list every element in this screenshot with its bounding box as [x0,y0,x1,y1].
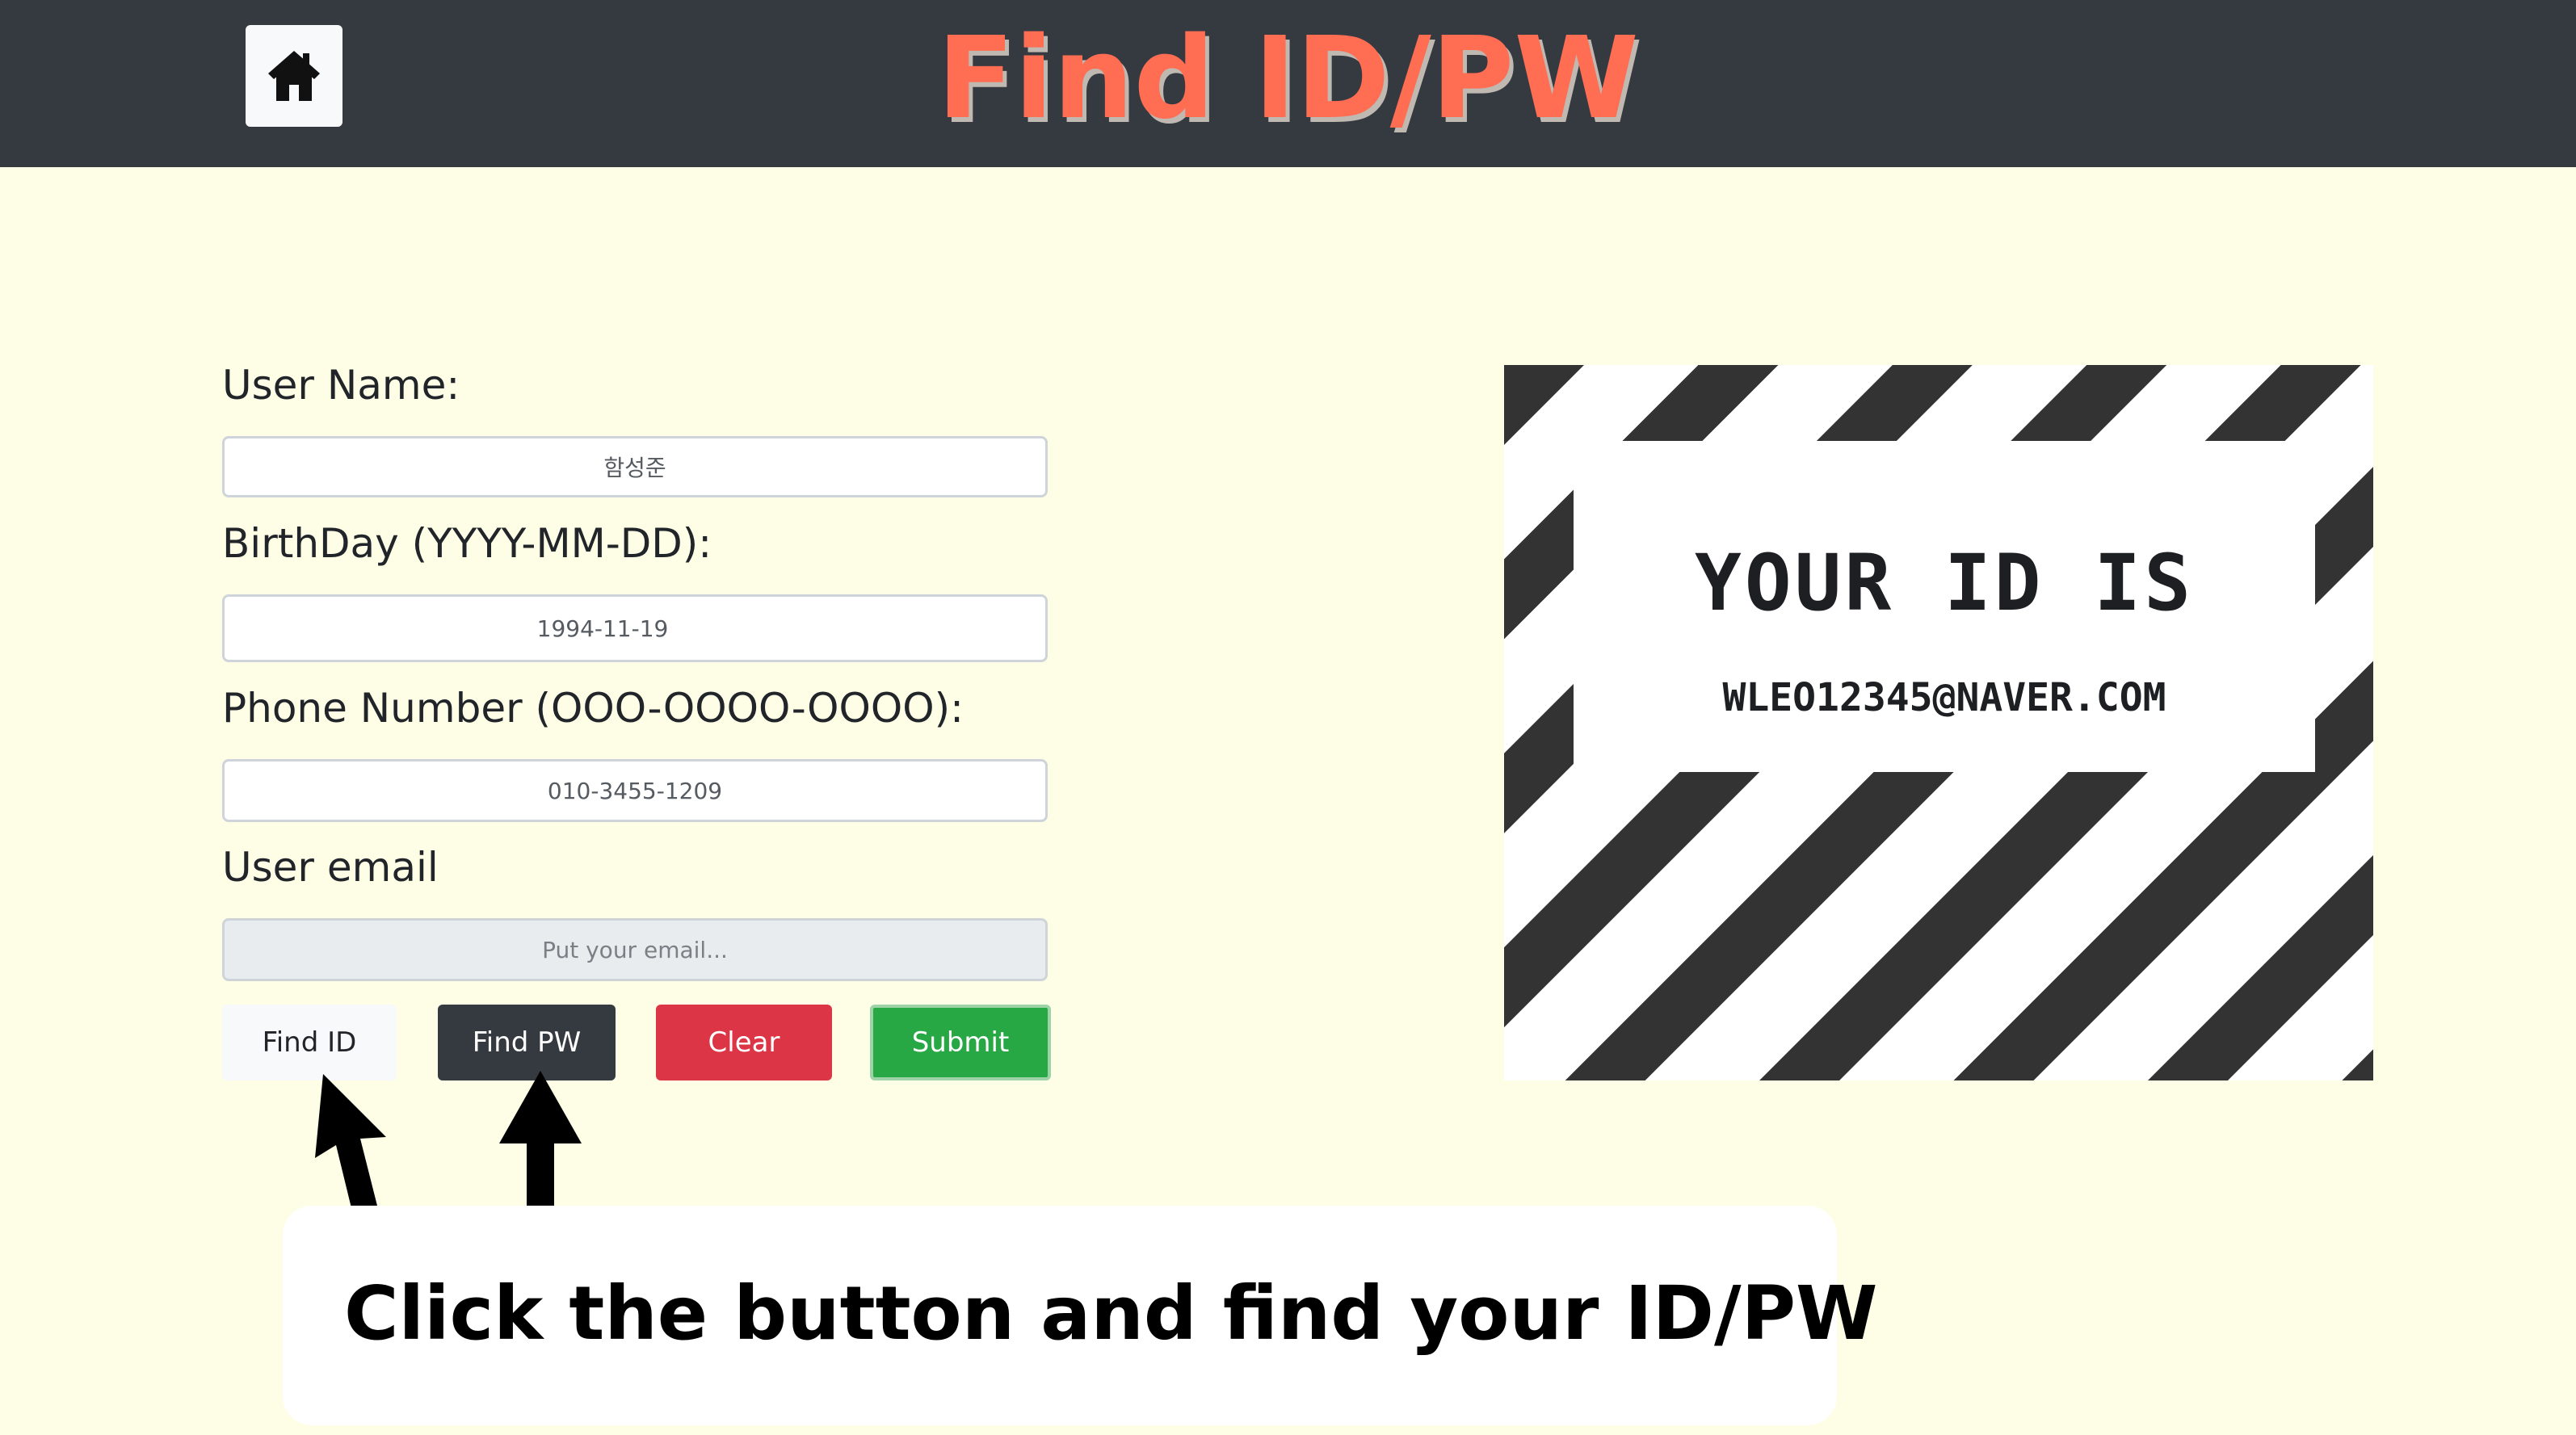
result-card: YOUR ID IS WLEO12345@NAVER.COM [1504,365,2373,1080]
birthday-label: BirthDay (YYYY-MM-DD): [222,520,712,567]
clear-button[interactable]: Clear [656,1005,832,1080]
phone-number-field[interactable]: 010-3455-1209 [222,759,1048,822]
result-card-panel: YOUR ID IS WLEO12345@NAVER.COM [1574,441,2315,772]
result-id-value: WLEO12345@NAVER.COM [1722,675,2166,720]
user-email-field[interactable]: Put your email... [222,918,1048,981]
birthday-field[interactable]: 1994-11-19 [222,594,1048,662]
find-id-button[interactable]: Find ID [222,1005,397,1080]
instruction-callout: Click the button and find your ID/PW [283,1206,1878,1425]
find-pw-button[interactable]: Find PW [438,1005,616,1080]
arrow-to-find-id-icon [315,1074,386,1211]
result-title: YOUR ID IS [1695,538,2194,628]
submit-button[interactable]: Submit [870,1005,1051,1080]
arrow-to-find-pw-icon [499,1071,582,1208]
page: Find ID/PW User Name: 함성준 BirthDay (YYYY… [0,0,2576,1435]
instruction-text: Click the button and find your ID/PW [344,1270,1878,1357]
phone-number-label: Phone Number (OOO-OOOO-OOOO): [222,685,964,732]
page-title: Find ID/PW [937,13,1639,145]
user-email-label: User email [222,844,439,891]
top-bar: Find ID/PW [0,0,2576,167]
user-name-label: User Name: [222,362,460,409]
user-name-field[interactable]: 함성준 [222,436,1048,497]
